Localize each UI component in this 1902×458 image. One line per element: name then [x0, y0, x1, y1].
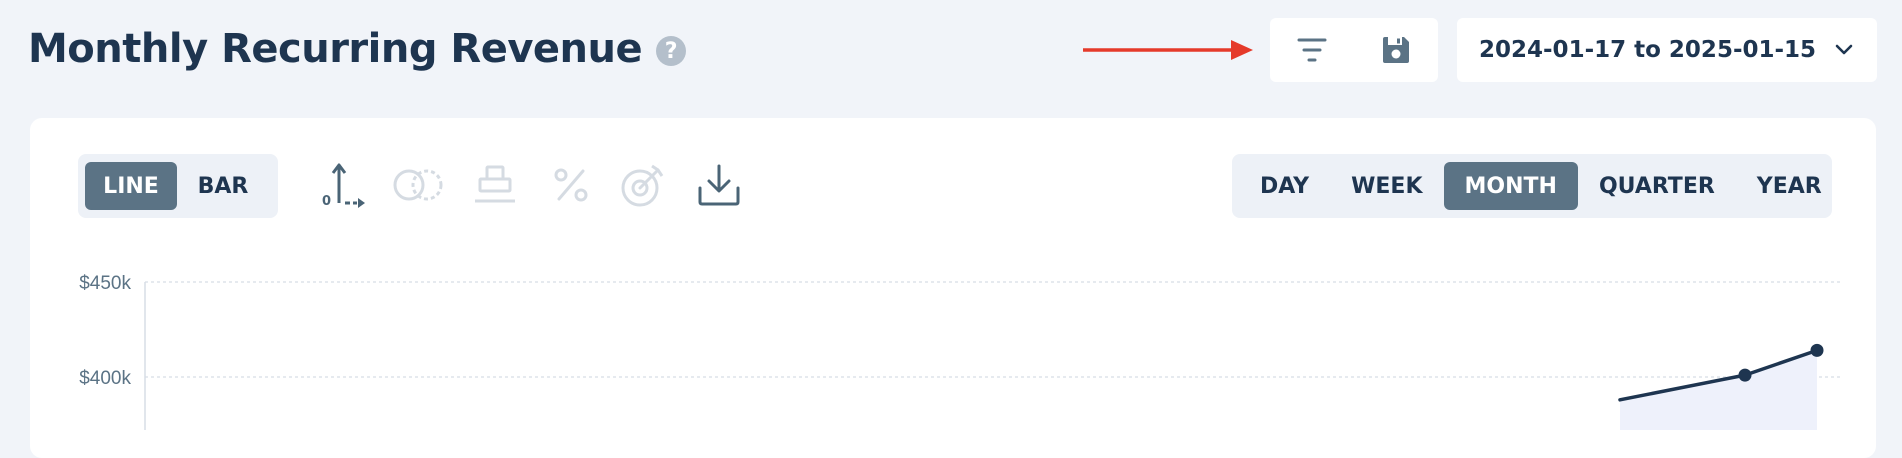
chart-point[interactable] [1738, 368, 1752, 382]
title-row: Monthly Recurring Revenue ? [28, 20, 687, 78]
chart-point[interactable] [1810, 343, 1824, 357]
y-tick-label: $400k [79, 368, 131, 389]
date-range-value: 2024-01-17 to 2025-01-15 [1479, 37, 1817, 63]
floppy-disk-icon [1383, 37, 1409, 63]
date-range-select[interactable]: 2024-01-17 to 2025-01-15 [1457, 18, 1877, 82]
filter-button[interactable] [1286, 24, 1338, 76]
save-button[interactable] [1370, 24, 1422, 76]
chart-y-tick-labels: $450k $400k [79, 273, 131, 389]
chart-gridlines [145, 281, 1842, 378]
annotation-arrow-icon [1083, 40, 1253, 60]
chevron-down-icon [1835, 44, 1853, 55]
y-tick-label: $450k [79, 273, 131, 294]
header-actions [1270, 18, 1438, 82]
chart-card: LINE BAR 0 DAY WEEK MONTH QUARTER YEAR $… [30, 118, 1876, 458]
page-title: Monthly Recurring Revenue [28, 26, 643, 72]
help-icon[interactable]: ? [656, 36, 687, 66]
filter-icon [1297, 38, 1327, 62]
mrr-line-chart: $450k $400k [79, 273, 1842, 430]
